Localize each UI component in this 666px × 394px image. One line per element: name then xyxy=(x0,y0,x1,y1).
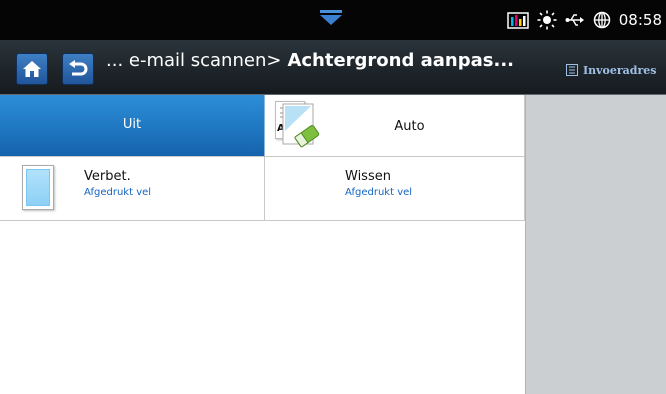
usb-icon xyxy=(565,14,584,26)
pull-down-handle-icon[interactable] xyxy=(320,10,342,26)
option-label: Uit xyxy=(122,117,142,132)
option-label: Wissen xyxy=(345,169,391,184)
status-bar: 08:58 xyxy=(0,0,666,40)
address-book-icon xyxy=(566,64,578,76)
option-subtitle: Afgedrukt vel xyxy=(84,187,152,198)
option-subtitle: Afgedrukt vel xyxy=(345,187,413,198)
address-entry-label: Invoeradres xyxy=(583,63,657,77)
address-entry-button[interactable]: Invoeradres xyxy=(566,60,656,80)
back-button[interactable] xyxy=(62,53,94,85)
option-verbet[interactable]: Verbet. Afgedrukt vel xyxy=(0,157,265,221)
current-page-title: Achtergrond aanpas... xyxy=(287,49,515,71)
eraser-sheet-icon xyxy=(282,103,320,148)
home-icon xyxy=(23,61,41,77)
title-bar: ... e-mail scannen> Achtergrond aanpas..… xyxy=(0,40,666,95)
status-icons: 08:58 xyxy=(507,0,662,40)
side-panel xyxy=(525,95,666,394)
network-globe-icon xyxy=(593,11,611,29)
background-adjust-options: Uit AUTO Auto Verbet. Afgedrukt vel Wiss… xyxy=(0,95,525,221)
breadcrumb: ... e-mail scannen> xyxy=(106,49,282,71)
toner-levels-icon xyxy=(507,12,529,29)
home-button[interactable] xyxy=(16,53,48,85)
enhanced-sheet-icon xyxy=(22,165,54,210)
brightness-icon xyxy=(537,10,557,30)
option-uit[interactable]: Uit xyxy=(0,95,265,157)
clock: 08:58 xyxy=(618,11,662,29)
option-wissen[interactable]: Wissen Afgedrukt vel xyxy=(265,157,525,221)
back-icon xyxy=(69,60,88,76)
page-title: ... e-mail scannen> Achtergrond aanpas..… xyxy=(106,40,526,80)
option-label: Verbet. xyxy=(84,169,131,184)
